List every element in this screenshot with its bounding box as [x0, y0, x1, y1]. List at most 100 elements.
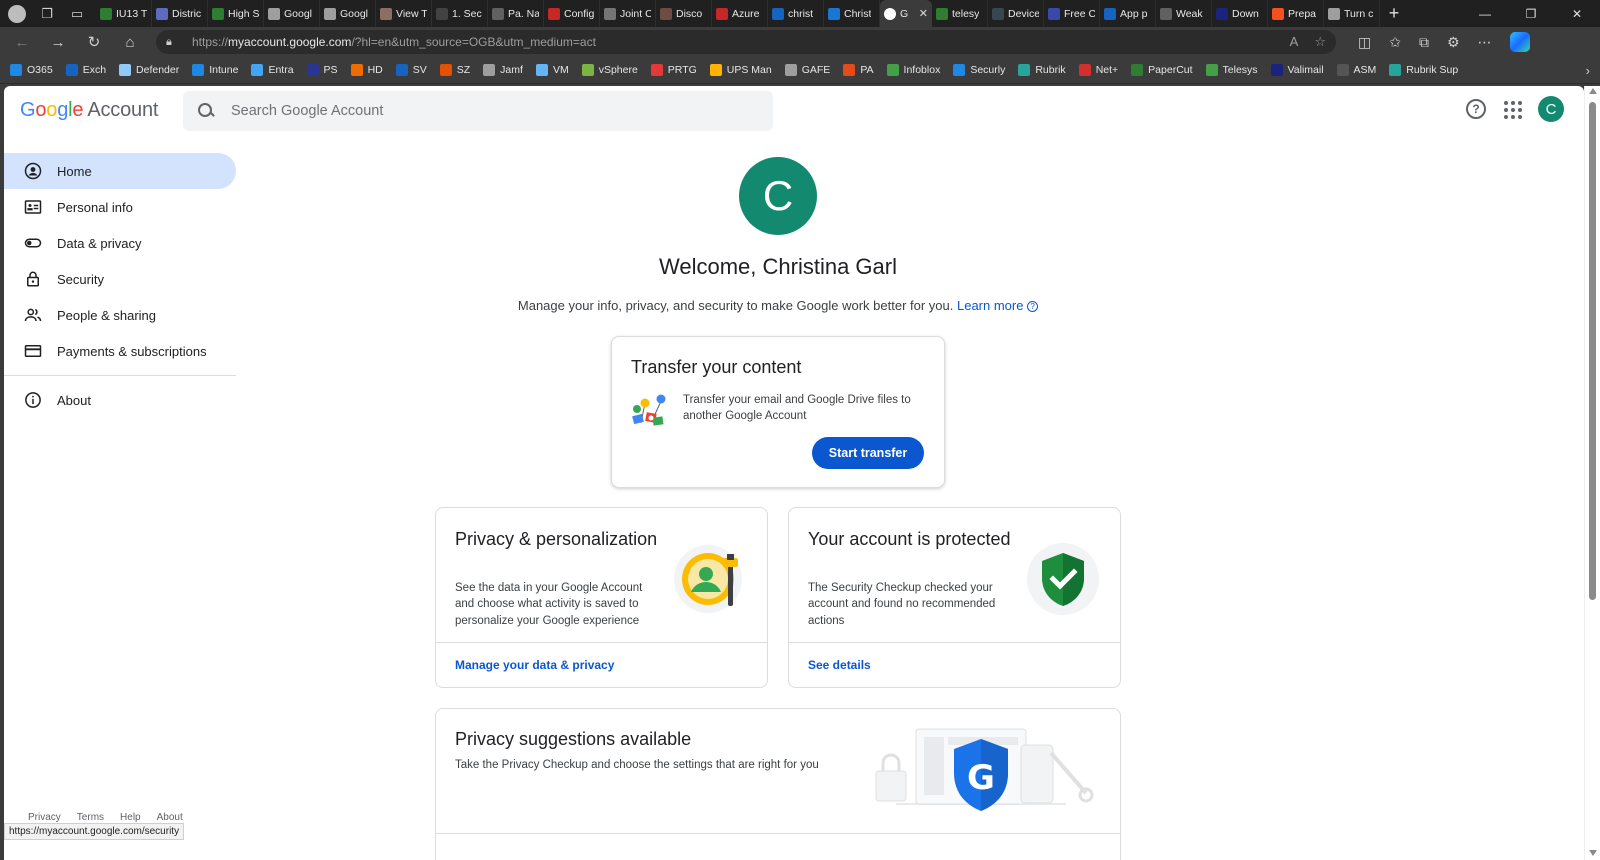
sidebar-item-people-sharing[interactable]: People & sharing	[4, 297, 236, 333]
footer-link-help[interactable]: Help	[120, 812, 141, 823]
browser-tab[interactable]: View T	[376, 0, 432, 27]
browser-tab-active[interactable]: G ✕	[880, 0, 932, 27]
browser-tab[interactable]: Weak	[1156, 0, 1212, 27]
read-aloud-icon[interactable]: A	[1290, 34, 1299, 50]
account-protected-card[interactable]: Your account is protected The Security C…	[788, 507, 1121, 688]
page-scrollbar[interactable]	[1584, 86, 1600, 860]
scrollbar-thumb[interactable]	[1589, 102, 1596, 600]
sidebar-item-personal-info[interactable]: Personal info	[4, 189, 236, 225]
browser-tab[interactable]: Joint C	[600, 0, 656, 27]
copilot-icon[interactable]	[1509, 32, 1530, 52]
workspaces-icon[interactable]: ❐	[38, 5, 56, 23]
favorite-item[interactable]: Infoblox	[886, 64, 940, 76]
browser-tab[interactable]: Distric	[152, 0, 208, 27]
favorite-item[interactable]: PRTG	[650, 64, 697, 76]
split-screen-icon[interactable]: ◫	[1358, 34, 1371, 51]
browser-tab[interactable]: Free C	[1044, 0, 1100, 27]
google-account-logo[interactable]: Google Account	[20, 99, 158, 122]
browser-tab[interactable]: Device	[988, 0, 1044, 27]
favorite-item[interactable]: SV	[395, 64, 427, 76]
favorite-item[interactable]: SZ	[439, 64, 470, 76]
account-avatar[interactable]: C	[1538, 96, 1564, 122]
favorites-icon[interactable]: ✩	[1389, 34, 1401, 51]
close-window-icon[interactable]: ✕	[1554, 0, 1600, 27]
favorite-item[interactable]: Telesys	[1205, 64, 1258, 76]
favorite-item[interactable]: Intune	[192, 64, 238, 76]
favorites-overflow-icon[interactable]: ›	[1586, 63, 1590, 78]
search-icon[interactable]	[197, 102, 215, 120]
browser-tab[interactable]: IU13 T	[96, 0, 152, 27]
footer-link-privacy[interactable]: Privacy	[28, 812, 61, 823]
sidebar-item-about[interactable]: About	[4, 382, 236, 418]
footer-link-about[interactable]: About	[157, 812, 183, 823]
scroll-down-arrow-icon[interactable]	[1589, 850, 1597, 856]
sidebar-item-home[interactable]: Home	[4, 153, 236, 189]
tab-actions-icon[interactable]: ▭	[68, 5, 86, 23]
browser-tab[interactable]: christ	[768, 0, 824, 27]
privacy-personalization-card[interactable]: Privacy & personalization See the data i…	[435, 507, 768, 688]
help-icon[interactable]: ?	[1466, 99, 1486, 119]
browser-tab[interactable]: 1. Sec	[432, 0, 488, 27]
address-bar[interactable]: 🔒︎ https://myaccount.google.com/?hl=en&u…	[156, 30, 1336, 54]
lock-icon[interactable]: 🔒︎	[166, 35, 180, 49]
favorite-item[interactable]: Defender	[119, 64, 179, 76]
restore-icon[interactable]: ❐	[1508, 0, 1554, 27]
close-tab-icon[interactable]: ✕	[919, 7, 928, 20]
favorite-item[interactable]: Net+	[1078, 64, 1118, 76]
favorite-star-icon[interactable]: ☆	[1314, 34, 1326, 50]
home-button[interactable]: ⌂	[116, 29, 144, 55]
help-circle-icon[interactable]: ?	[1027, 301, 1039, 312]
browser-tab[interactable]: telesy	[932, 0, 988, 27]
refresh-button[interactable]: ↻	[80, 29, 108, 55]
browser-tab[interactable]: Disco	[656, 0, 712, 27]
profile-avatar[interactable]: C	[739, 157, 817, 235]
search-bar[interactable]	[183, 91, 773, 131]
browser-tab[interactable]: Azure	[712, 0, 768, 27]
favorite-item[interactable]: GAFE	[784, 64, 830, 76]
favorite-item[interactable]: Entra	[251, 64, 294, 76]
favorite-item[interactable]: Exch	[65, 64, 106, 76]
minimize-icon[interactable]: —	[1462, 0, 1508, 27]
browser-tab[interactable]: Pa. Na	[488, 0, 544, 27]
footer-link-terms[interactable]: Terms	[77, 812, 104, 823]
search-input[interactable]	[231, 103, 731, 119]
favorite-item[interactable]: HD	[350, 64, 383, 76]
favorite-item[interactable]: Valimail	[1270, 64, 1324, 76]
favorite-item[interactable]: Jamf	[483, 64, 523, 76]
favorite-item[interactable]: ASM	[1336, 64, 1376, 76]
favorite-item[interactable]: Rubrik Sup	[1389, 64, 1458, 76]
sidebar-item-payments[interactable]: Payments & subscriptions	[4, 333, 236, 369]
start-transfer-button[interactable]: Start transfer	[812, 437, 924, 469]
browser-tab[interactable]: Config	[544, 0, 600, 27]
favorite-item[interactable]: PaperCut	[1131, 64, 1193, 76]
collections-icon[interactable]: ⧉	[1419, 34, 1429, 51]
favorite-item[interactable]: Securly	[953, 64, 1005, 76]
google-apps-icon[interactable]	[1502, 99, 1522, 119]
browser-tab[interactable]: Down	[1212, 0, 1268, 27]
browser-profile-icon[interactable]	[8, 4, 26, 23]
new-tab-button[interactable]: +	[1380, 0, 1408, 27]
browser-tab[interactable]: App p	[1100, 0, 1156, 27]
see-details-link[interactable]: See details	[808, 658, 871, 672]
forward-button[interactable]: →	[44, 29, 72, 55]
favorite-item[interactable]: PS	[306, 64, 338, 76]
scroll-up-arrow-icon[interactable]	[1589, 88, 1597, 94]
extensions-icon[interactable]: ⚙	[1447, 34, 1460, 51]
favorite-item[interactable]: VM	[535, 64, 569, 76]
favorite-item[interactable]: O365	[10, 64, 53, 76]
learn-more-link[interactable]: Learn more	[957, 298, 1023, 313]
back-button[interactable]: ←	[8, 29, 36, 55]
browser-tab[interactable]: Christ	[824, 0, 880, 27]
sidebar-item-data-privacy[interactable]: Data & privacy	[4, 225, 236, 261]
favorite-item[interactable]: UPS Man	[709, 64, 772, 76]
manage-data-privacy-link[interactable]: Manage your data & privacy	[455, 658, 614, 672]
browser-tab[interactable]: Turn c	[1324, 0, 1380, 27]
favorite-item[interactable]: Rubrik	[1018, 64, 1066, 76]
browser-tab[interactable]: Googl	[264, 0, 320, 27]
favorite-item[interactable]: vSphere	[581, 64, 638, 76]
browser-tab[interactable]: High S	[208, 0, 264, 27]
browser-tab[interactable]: Prepa	[1268, 0, 1324, 27]
favorite-item[interactable]: PA	[843, 64, 874, 76]
browser-tab[interactable]: Googl	[320, 0, 376, 27]
sidebar-item-security[interactable]: Security	[4, 261, 236, 297]
